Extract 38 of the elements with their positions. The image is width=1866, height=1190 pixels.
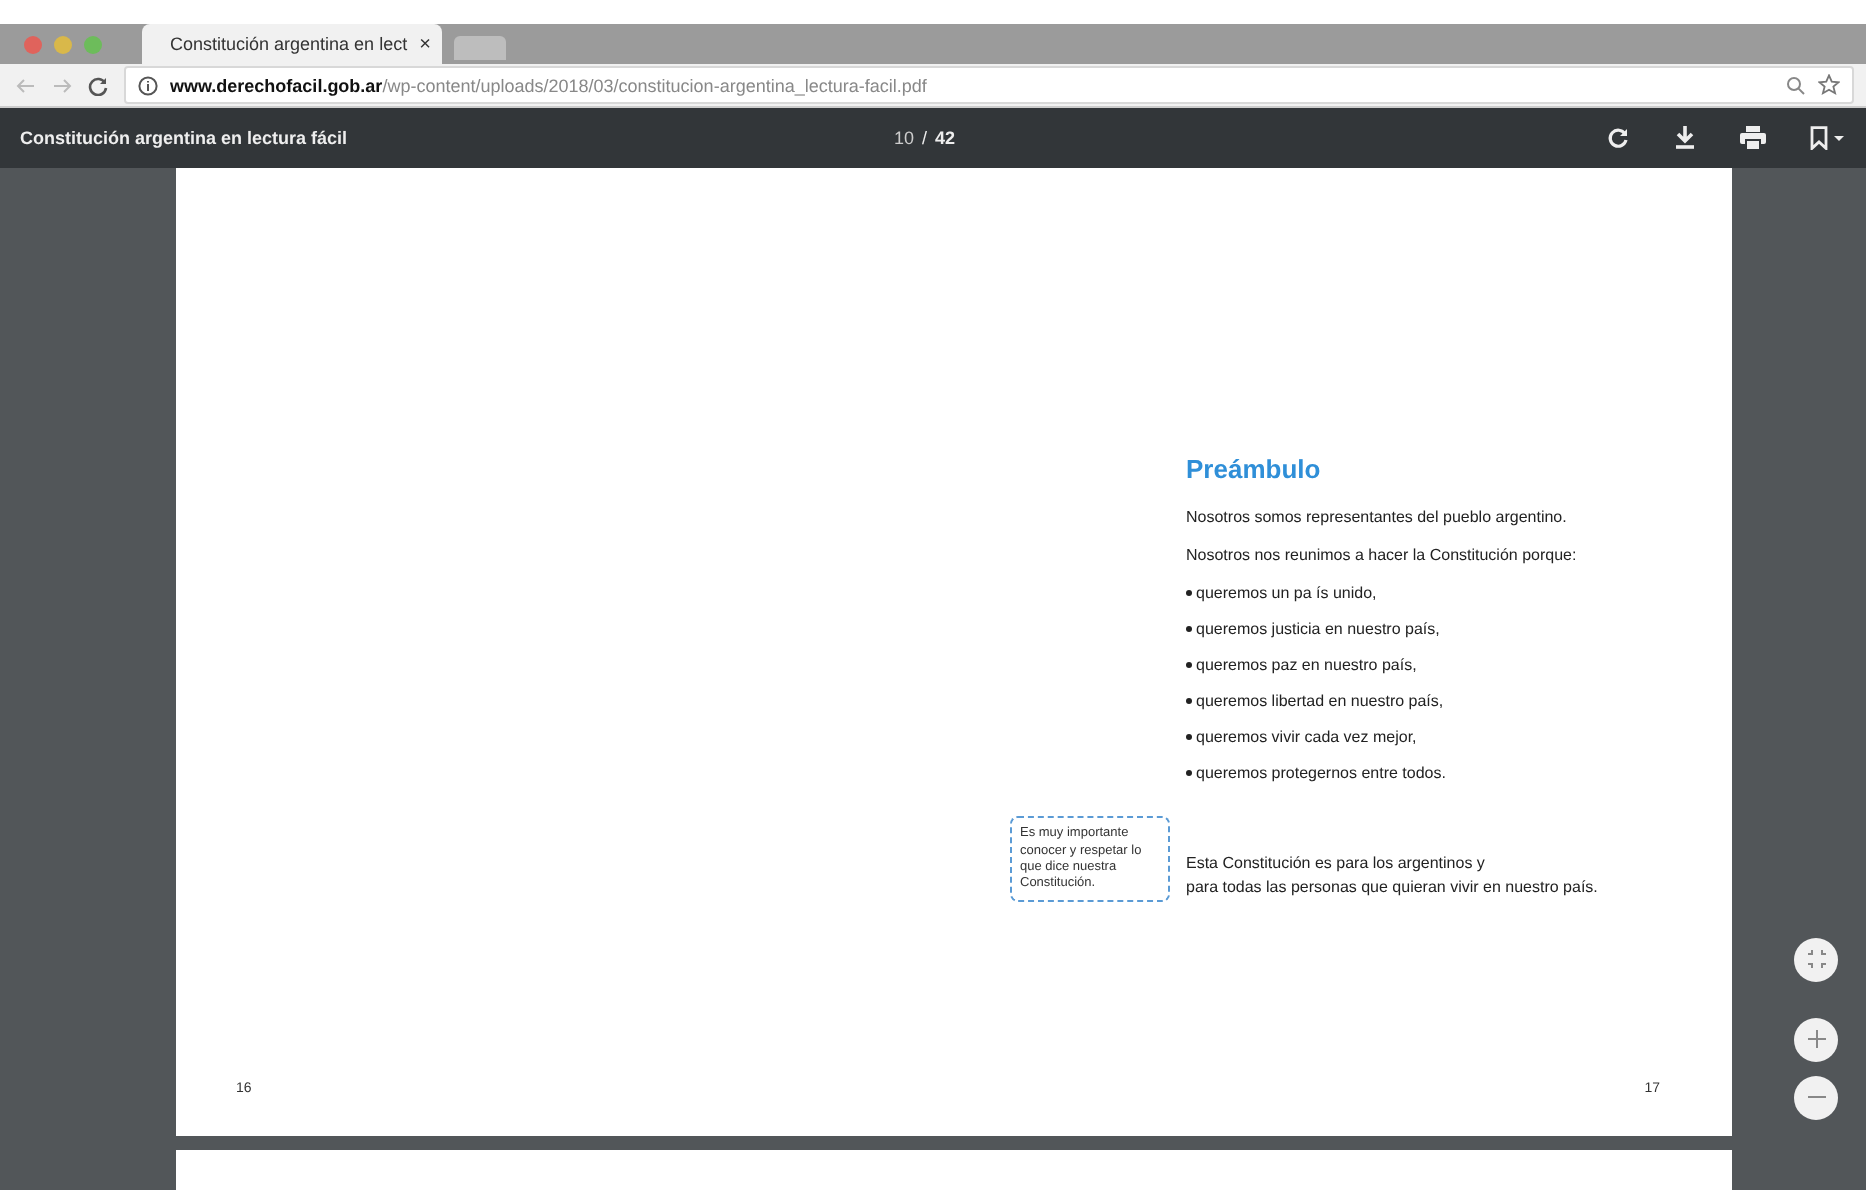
- zoom-out-button[interactable]: [1794, 1075, 1838, 1120]
- rotate-icon[interactable]: [1606, 125, 1630, 150]
- bullet-icon: [1186, 733, 1192, 740]
- paragraph: Nosotros somos representantes del pueblo argentino.: [1186, 507, 1569, 526]
- bullet-icon: [1186, 661, 1192, 668]
- zoom-in-button[interactable]: [1794, 1017, 1838, 1062]
- page-total: 42: [935, 127, 956, 148]
- bullet-icon: [1186, 697, 1192, 704]
- download-icon[interactable]: [1674, 125, 1696, 150]
- print-icon[interactable]: [1740, 125, 1766, 150]
- list-item: queremos libertad en nuestro país,: [1196, 691, 1444, 710]
- tab-title: Constitución argentina en lect: [170, 34, 408, 55]
- plus-icon: [1807, 1030, 1825, 1049]
- list-item: queremos un pa ís unido,: [1196, 583, 1377, 602]
- bullet-icon: [1186, 589, 1192, 596]
- page-number-field[interactable]: 10: [894, 127, 915, 148]
- address-field[interactable]: www.derechofacil.gob.ar/wp-content/uploads/2018/03/constitucion-argentina_lectura-facil.pdf: [124, 66, 1854, 105]
- list-item: queremos vivir cada vez mejor,: [1196, 727, 1417, 746]
- fit-page-button[interactable]: [1794, 937, 1838, 982]
- section-heading: Preámbulo: [1186, 453, 1323, 484]
- list-item: queremos protegernos entre todos.: [1196, 763, 1446, 782]
- browser-tab[interactable]: Constitución argentina en lect ×: [142, 24, 442, 65]
- star-icon[interactable]: [1818, 74, 1840, 97]
- page-separator: /: [922, 127, 928, 148]
- bullet-icon: [1186, 625, 1192, 632]
- paragraph: Nosotros nos reunimos a hacer la Constitución porque:: [1186, 545, 1579, 564]
- paragraph-line: Esta Constitución es para los argentinos y: [1186, 853, 1487, 872]
- bullet-icon: [1186, 769, 1192, 776]
- paragraph-line: para todas las personas que quieran vivir en nuestro país.: [1186, 877, 1600, 896]
- zoom-icon[interactable]: [1786, 75, 1806, 96]
- info-icon: [138, 75, 158, 96]
- tab-close-button[interactable]: ×: [419, 33, 431, 56]
- bookmark-dropdown-icon[interactable]: [1810, 125, 1846, 150]
- document-title: Constitución argentina en lectura fácil: [20, 127, 348, 148]
- list-item: queremos justicia en nuestro país,: [1196, 619, 1440, 638]
- reload-icon[interactable]: [88, 75, 108, 96]
- fit-page-icon: [1807, 950, 1825, 969]
- list-item: queremos paz en nuestro país,: [1196, 655, 1417, 674]
